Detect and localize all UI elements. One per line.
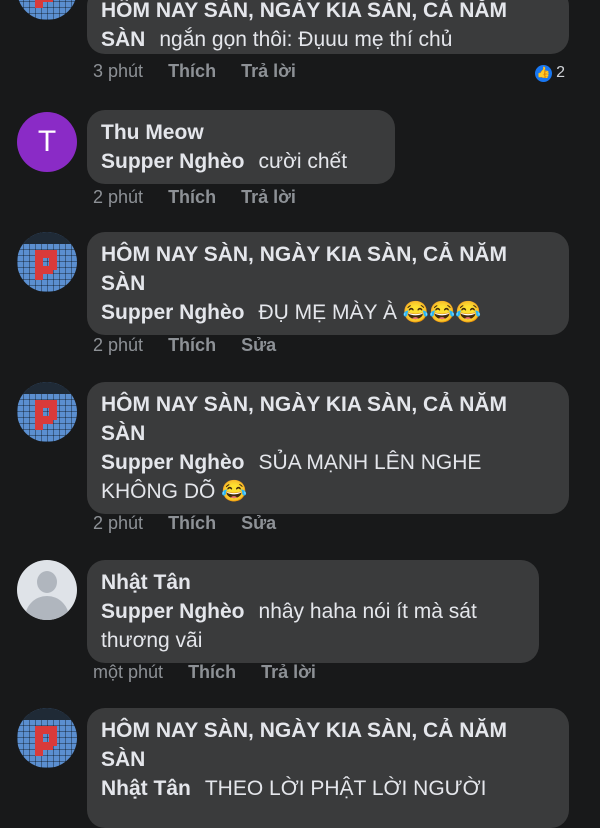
avatar[interactable]: [17, 232, 77, 292]
comment-tag[interactable]: Nhật Tân: [101, 777, 191, 800]
comment-actions: 2 phút Thích Trả lời: [93, 187, 316, 208]
comment-bubble: Thu Meow Supper Nghèo cười chết: [87, 110, 395, 184]
avatar[interactable]: [17, 382, 77, 442]
reply-button[interactable]: Trả lời: [241, 61, 296, 81]
like-button[interactable]: Thích: [168, 513, 216, 533]
comment-author[interactable]: Nhật Tân: [101, 568, 527, 597]
default-avatar-head: [37, 571, 57, 593]
comment-time: một phút: [93, 662, 164, 682]
comment-time: 2 phút: [93, 335, 144, 355]
comment-actions: một phút Thích Trả lời: [93, 662, 336, 683]
comment-text: Supper Nghèo ĐỤ MẸ MÀY À 😂😂😂: [101, 298, 557, 327]
comment-author[interactable]: HÔM NAY SÀN, NGÀY KIA SÀN, CẢ NĂM SÀN: [101, 240, 557, 298]
comment-text: SÀN ngắn gọn thôi: Đụuu mẹ thí chủ: [101, 25, 557, 54]
comment-text: Nhật Tân THEO LỜI PHẬT LỜI NGƯỜI: [101, 774, 557, 803]
comment-bubble: HÔM NAY SÀN, NGÀY KIA SÀN, CẢ NĂM SÀN Su…: [87, 382, 569, 514]
thumbs-up-icon: 👍: [535, 64, 553, 82]
comment-author[interactable]: Thu Meow: [101, 118, 383, 147]
avatar-letter: T: [37, 125, 57, 158]
comment-time: 2 phút: [93, 513, 144, 533]
comment-body: THEO LỜI PHẬT LỜI NGƯỜI: [204, 777, 487, 800]
comment-actions: 2 phút Thích Sửa: [93, 513, 296, 534]
comment-text: Supper Nghèo nhây haha nói ít mà sát thươ…: [101, 597, 527, 655]
comment-author[interactable]: HÔM NAY SÀN, NGÀY KIA SÀN, CẢ NĂM SÀN: [101, 390, 557, 448]
comment-actions: 3 phút Thích Trả lời: [93, 61, 316, 82]
avatar[interactable]: [17, 708, 77, 768]
comment-text: Supper Nghèo SỦA MẠNH LÊN NGHE KHÔNG DÕ 😂: [101, 448, 557, 506]
reply-button[interactable]: Trả lời: [241, 187, 296, 207]
comment-time: 2 phút: [93, 187, 144, 207]
comment-bubble: HÔM NAY SÀN, NGÀY KIA SÀN, CẢ NĂM SÀN ngắ…: [87, 0, 569, 54]
comment-body: ĐỤ MẸ MÀY À 😂😂😂: [258, 301, 482, 324]
edit-button[interactable]: Sửa: [241, 335, 276, 355]
avatar[interactable]: [17, 0, 77, 20]
like-button[interactable]: Thích: [168, 335, 216, 355]
reaction-count: 2: [556, 64, 565, 81]
comment-author[interactable]: HÔM NAY SÀN, NGÀY KIA SÀN, CẢ NĂM: [101, 0, 557, 25]
default-avatar-body: [25, 596, 69, 620]
avatar[interactable]: [17, 560, 77, 620]
comment-bubble: HÔM NAY SÀN, NGÀY KIA SÀN, CẢ NĂM SÀN Nh…: [87, 708, 569, 828]
comment-tag[interactable]: Supper Nghèo: [101, 150, 245, 173]
like-button[interactable]: Thích: [188, 662, 236, 682]
comment-tag[interactable]: SÀN: [101, 28, 145, 51]
comment-tag[interactable]: Supper Nghèo: [101, 301, 245, 324]
comment-text: Supper Nghèo cười chết: [101, 147, 383, 176]
reply-button[interactable]: Trả lời: [261, 662, 316, 682]
comment-tag[interactable]: Supper Nghèo: [101, 600, 245, 623]
comment-tag[interactable]: Supper Nghèo: [101, 451, 245, 474]
comment-time: 3 phút: [93, 61, 144, 81]
comment-bubble: HÔM NAY SÀN, NGÀY KIA SÀN, CẢ NĂM SÀN Su…: [87, 232, 569, 335]
like-button[interactable]: Thích: [168, 61, 216, 81]
edit-button[interactable]: Sửa: [241, 513, 276, 533]
comment-author[interactable]: HÔM NAY SÀN, NGÀY KIA SÀN, CẢ NĂM SÀN: [101, 716, 557, 774]
reaction-summary[interactable]: 👍 2: [535, 64, 565, 82]
comment-bubble: Nhật Tân Supper Nghèo nhây haha nói ít mà…: [87, 560, 539, 663]
comment-actions: 2 phút Thích Sửa: [93, 335, 296, 356]
comment-body: ngắn gọn thôi: Đụuu mẹ thí chủ: [159, 28, 453, 51]
avatar[interactable]: T: [17, 112, 77, 172]
like-button[interactable]: Thích: [168, 187, 216, 207]
comment-body: cười chết: [258, 150, 348, 173]
